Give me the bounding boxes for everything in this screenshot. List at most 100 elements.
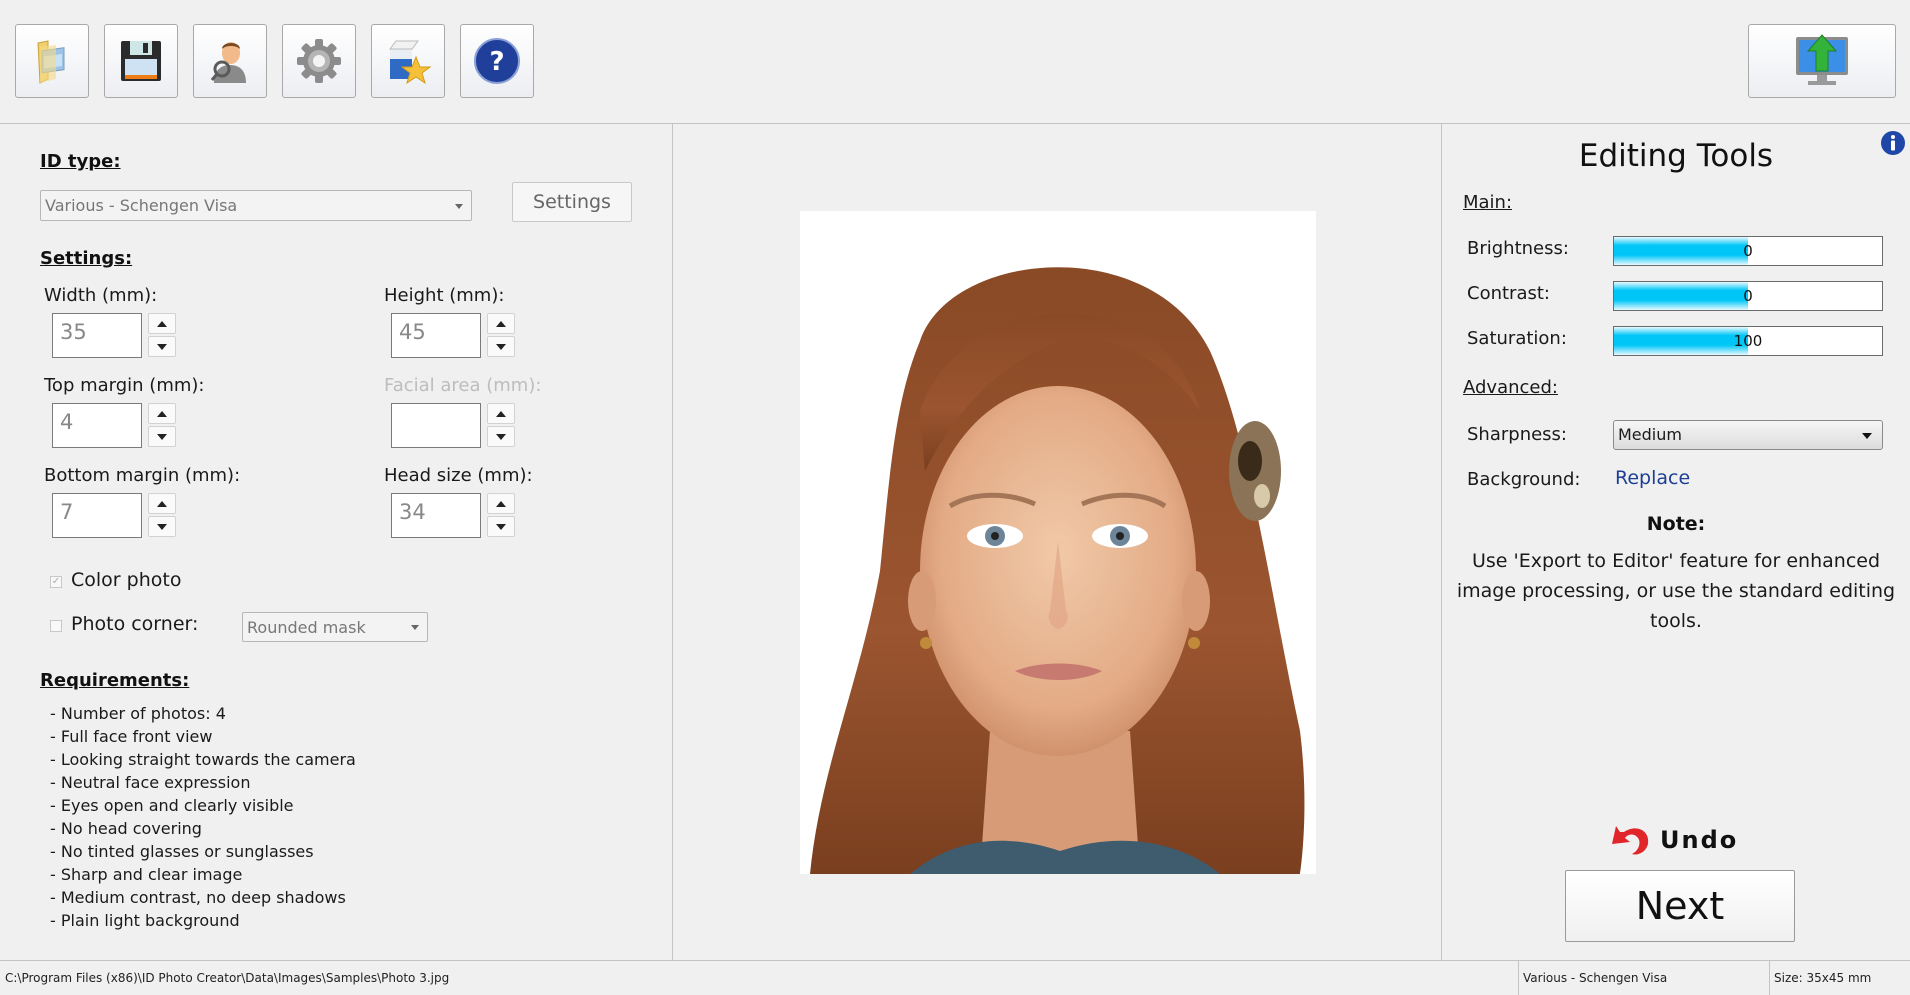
facial-area-label: Facial area (mm): — [384, 375, 542, 396]
brightness-slider[interactable]: 0 — [1613, 236, 1883, 266]
help-icon: ? — [474, 38, 520, 84]
undo-button[interactable]: Undo — [1610, 822, 1738, 858]
photo-corner-dropdown[interactable]: Rounded mask — [242, 612, 428, 642]
contrast-value: 0 — [1743, 287, 1753, 305]
arrow-up-icon — [157, 320, 167, 327]
bottom-margin-input[interactable]: 7 — [52, 493, 142, 538]
user-button[interactable] — [193, 24, 267, 98]
id-type-dropdown[interactable]: Various - Schengen Visa — [40, 190, 472, 221]
id-type-selected: Various - Schengen Visa — [45, 196, 238, 215]
undo-arrow-icon — [1612, 826, 1649, 855]
status-bar: C:\Program Files (x86)\ID Photo Creator\… — [0, 960, 1910, 995]
height-increment[interactable] — [487, 313, 515, 334]
arrow-up-icon — [496, 410, 506, 417]
width-decrement[interactable] — [148, 336, 176, 357]
note-body: Use 'Export to Editor' feature for enhan… — [1456, 550, 1896, 632]
facial-area-increment[interactable] — [487, 403, 515, 424]
saturation-value: 100 — [1733, 332, 1763, 350]
top-margin-label: Top margin (mm): — [44, 375, 205, 396]
width-label: Width (mm): — [44, 285, 158, 306]
gear-icon — [297, 39, 341, 83]
color-photo-label: Color photo — [71, 569, 182, 591]
replace-background-link[interactable]: Replace — [1615, 467, 1690, 489]
advanced-section-label: Advanced: — [1463, 377, 1558, 398]
brightness-label: Brightness: — [1467, 238, 1569, 259]
height-input[interactable]: 45 — [391, 313, 481, 358]
sharpness-label: Sharpness: — [1467, 424, 1567, 445]
width-input[interactable]: 35 — [52, 313, 142, 358]
top-margin-input[interactable]: 4 — [52, 403, 142, 448]
save-button[interactable] — [104, 24, 178, 98]
floppy-disk-icon — [121, 41, 161, 81]
top-margin-increment[interactable] — [148, 403, 176, 424]
bottom-margin-decrement[interactable] — [148, 516, 176, 537]
head-size-input[interactable]: 34 — [391, 493, 481, 538]
brightness-value: 0 — [1743, 242, 1753, 260]
facial-area-decrement[interactable] — [487, 426, 515, 447]
info-icon[interactable] — [1880, 130, 1906, 156]
sharpness-dropdown[interactable]: Medium — [1613, 420, 1883, 450]
top-margin-decrement[interactable] — [148, 426, 176, 447]
photo-corner-label: Photo corner: — [71, 613, 199, 635]
settings-button[interactable] — [282, 24, 356, 98]
list-item: - Looking straight towards the camera — [50, 750, 356, 769]
arrow-down-icon — [157, 523, 167, 530]
arrow-up-icon — [496, 320, 506, 327]
next-button[interactable]: Next — [1565, 870, 1795, 942]
note-title: Note: — [1646, 513, 1706, 535]
status-id-type: Various - Schengen Visa — [1523, 971, 1668, 985]
settings-title: Settings: — [40, 248, 133, 269]
list-item: - Plain light background — [50, 911, 240, 930]
color-photo-checkbox[interactable]: ✓ — [50, 576, 62, 588]
arrow-up-icon — [157, 500, 167, 507]
arrow-down-icon — [496, 433, 506, 440]
toolbar-separator — [0, 123, 1910, 124]
width-increment[interactable] — [148, 313, 176, 334]
saturation-label: Saturation: — [1467, 328, 1567, 349]
list-item: - Number of photos: 4 — [50, 704, 226, 723]
background-label: Background: — [1467, 469, 1581, 490]
list-item: - No head covering — [50, 819, 202, 838]
svg-text:?: ? — [489, 47, 504, 77]
monitor-upload-icon — [1796, 34, 1848, 85]
open-folder-button[interactable] — [15, 24, 89, 98]
box-star-icon — [389, 40, 432, 85]
head-size-increment[interactable] — [487, 493, 515, 514]
list-item: - Neutral face expression — [50, 773, 251, 792]
status-file-path: C:\Program Files (x86)\ID Photo Creator\… — [5, 971, 450, 985]
head-size-label: Head size (mm): — [384, 465, 533, 486]
id-settings-button[interactable]: Settings — [512, 182, 632, 222]
height-decrement[interactable] — [487, 336, 515, 357]
contrast-slider[interactable]: 0 — [1613, 281, 1883, 311]
arrow-down-icon — [157, 433, 167, 440]
facial-area-input[interactable] — [391, 403, 481, 448]
id-photo-preview[interactable] — [800, 211, 1316, 874]
right-panel-divider — [1441, 123, 1442, 961]
list-item: - No tinted glasses or sunglasses — [50, 842, 314, 861]
head-size-decrement[interactable] — [487, 516, 515, 537]
chevron-down-icon — [1862, 433, 1872, 439]
status-size: Size: 35x45 mm — [1774, 971, 1872, 985]
bottom-margin-label: Bottom margin (mm): — [44, 465, 241, 486]
list-item: - Sharp and clear image — [50, 865, 243, 884]
arrow-down-icon — [496, 343, 506, 350]
arrow-down-icon — [496, 523, 506, 530]
export-to-editor-button[interactable] — [1748, 24, 1896, 98]
products-button[interactable] — [371, 24, 445, 98]
saturation-slider[interactable]: 100 — [1613, 326, 1883, 356]
portrait-image — [800, 211, 1316, 874]
photo-corner-checkbox[interactable] — [50, 620, 62, 632]
requirements-title: Requirements: — [40, 670, 190, 691]
left-panel-divider — [672, 123, 673, 961]
chevron-down-icon — [455, 203, 463, 209]
folder-image-icon — [37, 40, 65, 84]
user-search-icon — [210, 42, 246, 83]
photo-corner-selected: Rounded mask — [247, 617, 366, 637]
arrow-up-icon — [496, 500, 506, 507]
height-label: Height (mm): — [384, 285, 505, 306]
help-button[interactable]: ? — [460, 24, 534, 98]
main-section-label: Main: — [1463, 192, 1513, 213]
list-item: - Full face front view — [50, 727, 213, 746]
bottom-margin-increment[interactable] — [148, 493, 176, 514]
id-type-title: ID type: — [40, 151, 121, 172]
